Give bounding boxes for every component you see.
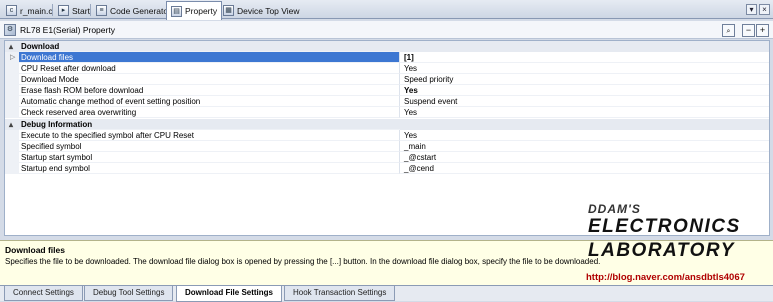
property-grid: ▴ Download ▷ Download files [1] CPU Rese… [4,40,770,236]
tab-hook-transaction-settings[interactable]: Hook Transaction Settings [284,286,396,301]
property-value[interactable]: Speed priority [400,74,769,85]
tab-divider [90,4,91,16]
document-tab-bar: c r_main.c ▸ Start ≡ Code Generator ▤ Pr… [0,0,773,20]
tab-device-top-view[interactable]: ▦ Device Top View [219,2,304,19]
property-name: Download files [19,52,400,63]
watermark-line-1: DDAM'S [588,202,641,216]
tab-label: r_main.c [20,5,53,16]
collapse-icon[interactable]: ▴ [9,119,13,130]
tab-divider [52,4,53,16]
c-file-icon: c [6,5,17,16]
search-button[interactable]: ⌕ [722,24,735,37]
description-text: Specifies the file to be downloaded. The… [5,257,601,266]
tab-debug-tool-settings[interactable]: Debug Tool Settings [84,286,174,301]
property-icon: ▤ [171,5,182,17]
property-row[interactable]: Execute to the specified symbol after CP… [5,130,769,141]
property-value[interactable]: _@cstart [400,152,769,163]
property-value[interactable]: Yes [400,85,769,96]
property-name: Execute to the specified symbol after CP… [19,130,400,141]
tab-list-dropdown-icon[interactable]: ▾ [746,4,757,15]
category-debug-information[interactable]: ▴ Debug Information [5,119,769,130]
tab-label: Code Generator [110,5,171,16]
expand-all-button[interactable]: − [742,24,755,37]
property-name: Startup end symbol [19,163,400,174]
tab-label: Property [185,6,218,16]
category-label: Download [19,41,400,52]
tab-label: Start [72,5,90,16]
property-name: Startup start symbol [19,152,400,163]
property-row[interactable]: Erase flash ROM before download Yes [5,85,769,96]
property-value[interactable]: Suspend event [400,96,769,107]
property-name: Erase flash ROM before download [19,85,400,96]
watermark-url: http://blog.naver.com/ansdbtls4067 [586,272,745,283]
tab-download-file-settings[interactable]: Download File Settings [176,286,283,302]
property-name: Specified symbol [19,141,400,152]
property-row[interactable]: Automatic change method of event setting… [5,96,769,107]
property-name: CPU Reset after download [19,63,400,74]
property-value[interactable]: [1] [400,52,769,63]
tab-connect-settings[interactable]: Connect Settings [4,286,83,301]
property-row[interactable]: CPU Reset after download Yes [5,63,769,74]
tab-r-main-c[interactable]: c r_main.c [2,2,57,19]
device-view-icon: ▦ [223,5,234,16]
property-row[interactable]: Check reserved area overwriting Yes [5,107,769,118]
property-value[interactable]: Yes [400,130,769,141]
property-value[interactable]: Yes [400,63,769,74]
property-value[interactable]: Yes [400,107,769,118]
property-panel-header: ⚙ RL78 E1(Serial) Property [0,21,773,39]
search-icon: ⌕ [726,28,731,35]
property-value[interactable]: _main [400,141,769,152]
close-tab-icon[interactable]: × [759,4,770,15]
property-row-download-files[interactable]: ▷ Download files [1] [5,52,769,63]
watermark-line-3: LABORATORY [588,240,735,261]
collapse-all-button[interactable]: + [756,24,769,37]
tab-label: Device Top View [237,5,300,16]
property-value[interactable]: _@cend [400,163,769,174]
property-row[interactable]: Startup end symbol _@cend [5,163,769,174]
collapse-icon[interactable]: ▴ [9,41,13,52]
settings-tab-bar: Connect Settings Debug Tool Settings Dow… [0,285,773,302]
property-row[interactable]: Specified symbol _main [5,141,769,152]
code-generator-icon: ≡ [96,5,107,16]
tab-property[interactable]: ▤ Property [166,1,223,20]
debug-tool-icon: ⚙ [4,23,16,36]
property-name: Automatic change method of event setting… [19,96,400,107]
panel-title: RL78 E1(Serial) Property [20,24,115,35]
start-icon: ▸ [58,5,69,16]
tab-code-generator[interactable]: ≡ Code Generator [92,2,175,19]
category-download[interactable]: ▴ Download [5,41,769,52]
property-name: Download Mode [19,74,400,85]
expand-arrow-icon[interactable]: ▷ [10,52,15,63]
category-label: Debug Information [19,119,400,130]
property-row[interactable]: Startup start symbol _@cstart [5,152,769,163]
property-row[interactable]: Download Mode Speed priority [5,74,769,85]
description-heading: Download files [5,245,65,255]
watermark-line-2: ELECTRONICS [588,216,741,237]
tab-start[interactable]: ▸ Start [54,2,94,19]
property-name: Check reserved area overwriting [19,107,400,118]
